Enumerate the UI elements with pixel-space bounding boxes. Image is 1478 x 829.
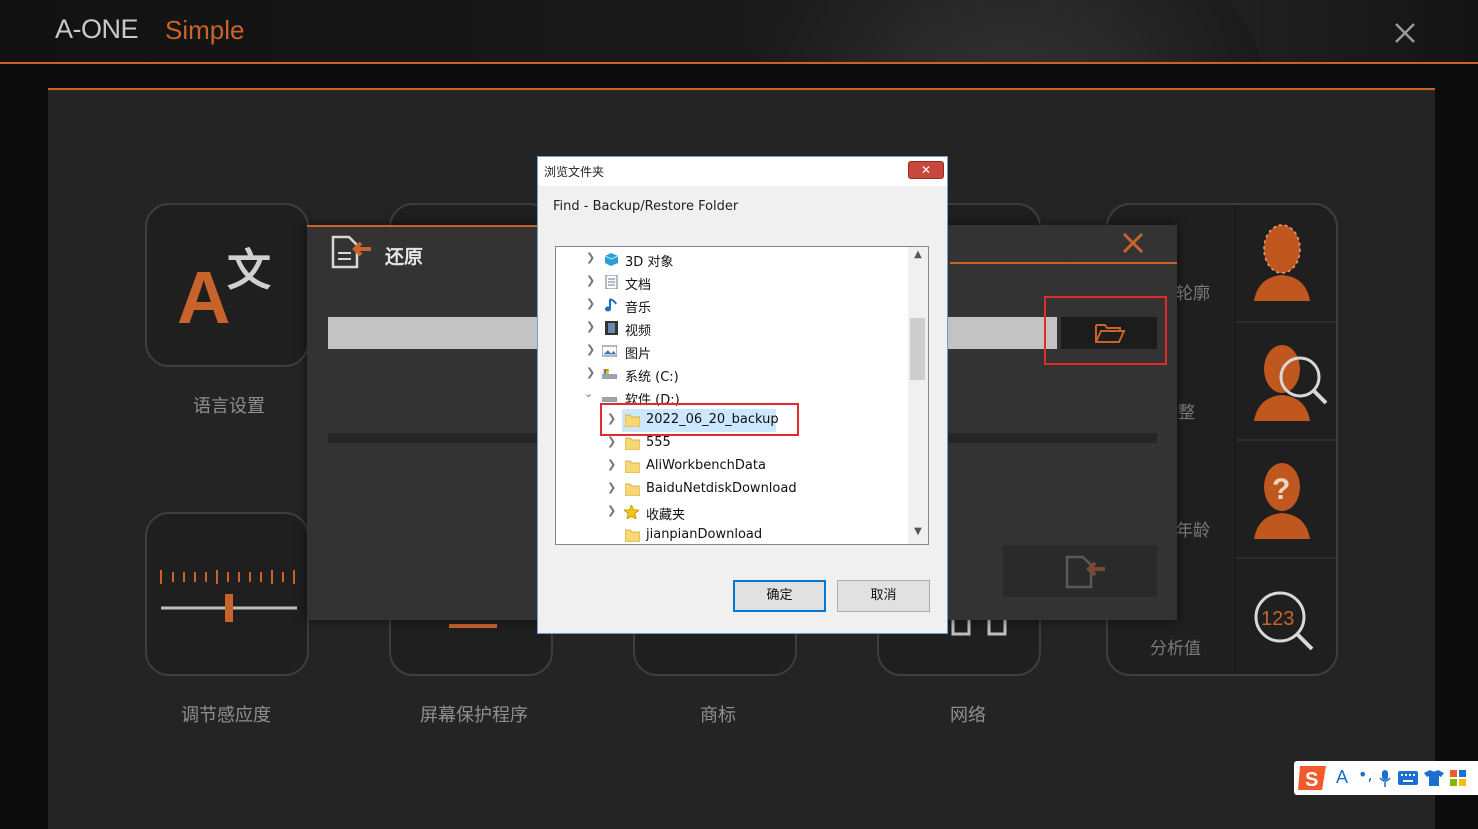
browse-folder-dialog: 浏览文件夹 ✕ Find - Backup/Restore Folder ❯ 3… <box>537 156 948 634</box>
brand-edition: Simple <box>165 15 245 45</box>
chevron-right-icon[interactable]: ❯ <box>586 297 595 310</box>
3d-objects-icon <box>604 253 619 266</box>
face-question-icon[interactable]: ? <box>1250 457 1314 541</box>
chevron-right-icon[interactable]: ❯ <box>607 458 616 471</box>
chevron-right-icon[interactable]: ❯ <box>586 343 595 356</box>
svg-text:文: 文 <box>227 245 271 296</box>
brand-name: A-ONE <box>55 14 139 44</box>
drive-c-icon <box>602 369 617 379</box>
browse-folder-button[interactable] <box>1061 317 1157 349</box>
tree-item-favorites[interactable]: ❯ 收藏夹 <box>556 501 908 524</box>
restore-title: 还原 <box>385 246 424 268</box>
screensaver-icon <box>449 624 497 628</box>
folder-icon <box>625 483 640 496</box>
chevron-right-icon[interactable]: ❯ <box>607 435 616 448</box>
side-item-label: 分析值 <box>1150 639 1201 659</box>
dialog-title: 浏览文件夹 <box>544 165 605 179</box>
chevron-right-icon[interactable]: ❯ <box>607 504 616 517</box>
folder-icon <box>625 414 640 427</box>
close-icon[interactable] <box>1121 231 1145 255</box>
microphone-icon[interactable] <box>1378 770 1392 788</box>
tree-item-aliworkbench[interactable]: ❯ AliWorkbenchData <box>556 455 908 478</box>
cancel-button[interactable]: 取消 <box>837 580 930 612</box>
restore-close-button[interactable] <box>1065 225 1177 262</box>
svg-text:A: A <box>177 256 230 339</box>
pictures-icon <box>602 345 617 357</box>
ok-button[interactable]: 确定 <box>733 580 826 612</box>
tree-item-documents[interactable]: ❯ 文档 <box>556 271 908 294</box>
scroll-down-icon[interactable]: ▼ <box>908 526 928 542</box>
dialog-description: Find - Backup/Restore Folder <box>553 199 739 214</box>
close-icon[interactable] <box>1390 18 1420 48</box>
background-wheel-graphic <box>720 0 1280 62</box>
folder-icon <box>625 460 640 473</box>
dialog-title-bar: 浏览文件夹 ✕ <box>538 157 947 186</box>
folder-icon <box>625 529 640 542</box>
chevron-right-icon[interactable]: ❯ <box>607 412 616 425</box>
scroll-thumb[interactable] <box>910 318 925 380</box>
face-search-icon[interactable] <box>1250 339 1330 423</box>
keyboard-icon[interactable] <box>1398 771 1418 785</box>
favorites-icon <box>624 505 639 519</box>
chevron-right-icon[interactable]: ❯ <box>607 481 616 494</box>
chevron-right-icon[interactable]: ❯ <box>586 320 595 333</box>
sogou-logo-icon[interactable]: S <box>1296 762 1330 794</box>
svg-text:123: 123 <box>1261 608 1294 630</box>
restore-start-button[interactable] <box>1003 545 1157 597</box>
tile-sensitivity-label: 调节感应度 <box>181 705 271 726</box>
punctuation-icon[interactable]: •, <box>1358 765 1373 784</box>
tree-item-baidu[interactable]: ❯ BaiduNetdiskDownload <box>556 478 908 501</box>
tree-item-drive-d[interactable]: ⌄ 软件 (D:) <box>556 386 908 409</box>
ime-mode[interactable]: A <box>1336 767 1348 788</box>
tree-item-backup-folder[interactable]: ❯ 2022_06_20_backup <box>556 409 908 432</box>
title-bar: A-ONE Simple <box>0 0 1478 64</box>
tree-item-3d-objects[interactable]: ❯ 3D 对象 <box>556 248 908 271</box>
chevron-right-icon[interactable]: ❯ <box>586 251 595 264</box>
tree-item-pictures[interactable]: ❯ 图片 <box>556 340 908 363</box>
folder-tree[interactable]: ❯ 3D 对象 ❯ 文档 ❯ 音乐 ❯ 视频 ❯ 图片 ❯ 系统 (C:) ⌄ … <box>555 246 929 545</box>
svg-text:?: ? <box>1272 473 1290 506</box>
face-contour-icon[interactable] <box>1250 221 1314 301</box>
tree-item-video[interactable]: ❯ 视频 <box>556 317 908 340</box>
scroll-up-icon[interactable]: ▲ <box>908 249 928 265</box>
skin-shirt-icon[interactable] <box>1424 770 1444 786</box>
music-icon <box>605 298 617 312</box>
language-icon: A 文 <box>177 245 271 339</box>
restore-icon <box>331 235 371 269</box>
video-icon <box>605 321 618 335</box>
side-item-label: 整 <box>1178 403 1195 423</box>
tree-item-music[interactable]: ❯ 音乐 <box>556 294 908 317</box>
sensitivity-slider-icon <box>160 570 297 622</box>
tile-language-label: 语言设置 <box>193 396 265 417</box>
chevron-right-icon[interactable]: ❯ <box>586 274 595 287</box>
ime-toolbar[interactable]: S A •, <box>1294 761 1478 795</box>
tile-logo-label: 商标 <box>700 705 736 726</box>
folder-icon <box>625 437 640 450</box>
tree-item-drive-c[interactable]: ❯ 系统 (C:) <box>556 363 908 386</box>
side-item-label: 轮廓 <box>1176 284 1210 304</box>
side-item-label: 年龄 <box>1176 521 1210 541</box>
tile-language[interactable]: A 文 <box>145 203 309 367</box>
tree-scrollbar[interactable] <box>908 247 928 544</box>
dialog-close-button[interactable]: ✕ <box>908 161 944 179</box>
tile-screensaver-label: 屏幕保护程序 <box>420 705 528 726</box>
drive-d-icon <box>602 397 617 402</box>
analysis-123-icon[interactable]: 123 <box>1250 587 1320 657</box>
svg-text:S: S <box>1305 769 1318 791</box>
folder-open-icon <box>1095 324 1126 343</box>
documents-icon <box>605 275 618 289</box>
chevron-right-icon[interactable]: ❯ <box>586 366 595 379</box>
restore-icon <box>1065 555 1105 589</box>
tile-sensitivity[interactable] <box>145 512 309 676</box>
tile-network-label: 网络 <box>950 705 986 726</box>
tree-item-555[interactable]: ❯ 555 <box>556 432 908 455</box>
tree-item-jianpian[interactable]: jianpianDownload <box>556 524 908 544</box>
toolbox-icon[interactable] <box>1450 770 1466 786</box>
chevron-down-icon[interactable]: ⌄ <box>584 387 593 400</box>
